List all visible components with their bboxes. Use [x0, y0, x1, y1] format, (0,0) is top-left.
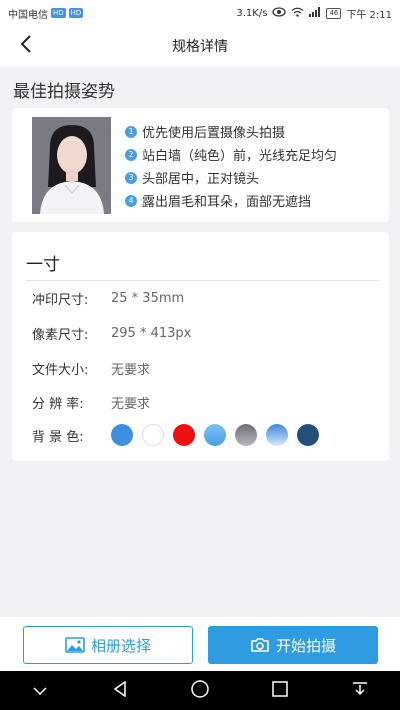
back-button[interactable]: [12, 32, 40, 60]
tip-item: 1 优先使用后置摄像头拍摄: [125, 120, 337, 143]
spec-card: 一寸 冲印尺寸: 25 * 35mm 像素尺寸: 295 * 413px 文件大…: [12, 232, 389, 461]
tip-number-badge: 2: [125, 148, 137, 161]
signal-icon: [309, 6, 321, 20]
tip-number-badge: 1: [125, 125, 137, 138]
page-title: 规格详情: [172, 39, 228, 55]
tip-item: 3 头部居中，正对镜头: [125, 166, 337, 189]
tip-item: 4 露出眉毛和耳朵，面部无遮挡: [125, 189, 337, 212]
tip-text: 头部居中，正对镜头: [142, 172, 260, 187]
status-bar: 中国电信 HD HD 3.1K/s 46 下午 2:11: [0, 0, 400, 26]
tip-text: 优先使用后置摄像头拍摄: [142, 126, 286, 141]
status-right: 3.1K/s 46 下午 2:11: [236, 6, 392, 21]
carrier-name: 中国电信: [8, 9, 48, 21]
bg-color-row: 背 景 色:: [32, 424, 319, 446]
bg-color-label: 背 景 色:: [32, 429, 84, 445]
pixel-size-row: 像素尺寸: 295 * 413px: [32, 324, 191, 343]
tip-number-badge: 4: [125, 194, 137, 207]
square-recents-icon: [272, 680, 288, 701]
hide-nav-button[interactable]: [26, 677, 54, 705]
tip-text: 站白墙（纯色）前，光线充足均匀: [142, 149, 338, 164]
print-size-value: 25 * 35mm: [111, 291, 185, 306]
image-icon: [65, 637, 85, 653]
system-back-button[interactable]: [106, 677, 134, 705]
resolution-value: 无要求: [111, 397, 151, 412]
resolution-row: 分 辨 率: 无要求: [32, 393, 150, 412]
nav-bar: 规格详情: [0, 26, 400, 66]
divider: [26, 280, 379, 281]
system-nav-bar: [0, 671, 400, 710]
chevron-left-icon: [19, 34, 33, 58]
album-select-label: 相册选择: [90, 636, 151, 655]
print-size-row: 冲印尺寸: 25 * 35mm: [32, 289, 184, 308]
bg-color-swatch[interactable]: [173, 424, 195, 446]
print-size-label: 冲印尺寸:: [32, 293, 89, 308]
network-speed: 3.1K/s: [236, 7, 268, 19]
bg-color-swatch[interactable]: [235, 424, 257, 446]
bg-color-swatch[interactable]: [204, 424, 226, 446]
bg-color-swatch[interactable]: [111, 424, 133, 446]
file-size-label: 文件大小:: [32, 363, 89, 378]
circle-home-icon: [191, 679, 209, 702]
bg-color-swatch[interactable]: [297, 424, 319, 446]
start-shoot-label: 开始拍摄: [275, 636, 336, 655]
file-size-value: 无要求: [111, 363, 151, 378]
hd-badge: HD: [51, 8, 66, 18]
tip-item: 2 站白墙（纯色）前，光线充足均匀: [125, 143, 337, 166]
pose-card: 1 优先使用后置摄像头拍摄 2 站白墙（纯色）前，光线充足均匀 3 头部居中，正…: [12, 108, 389, 222]
status-time: 下午 2:11: [346, 9, 392, 21]
resolution-label: 分 辨 率:: [32, 397, 84, 412]
pose-tips: 1 优先使用后置摄像头拍摄 2 站白墙（纯色）前，光线充足均匀 3 头部居中，正…: [125, 120, 337, 212]
bg-color-swatch[interactable]: [266, 424, 288, 446]
system-recents-button[interactable]: [266, 677, 294, 705]
bg-color-swatches: [111, 424, 319, 446]
system-home-button[interactable]: [186, 677, 214, 705]
battery-icon: 46: [326, 7, 342, 19]
wifi-icon: [291, 7, 304, 20]
pixel-size-value: 295 * 413px: [111, 326, 192, 341]
pull-down-icon: [352, 681, 368, 700]
eye-icon: [272, 6, 287, 20]
bg-color-swatch[interactable]: [142, 424, 164, 446]
pose-section-title: 最佳拍摄姿势: [13, 82, 115, 102]
tip-text: 露出眉毛和耳朵，面部无遮挡: [142, 195, 312, 210]
hd-badge-2: HD: [68, 8, 84, 18]
sample-portrait-photo: [32, 117, 111, 214]
start-shoot-button[interactable]: 开始拍摄: [208, 626, 378, 664]
spec-name: 一寸: [26, 255, 60, 275]
album-select-button[interactable]: 相册选择: [23, 626, 193, 664]
bottom-action-bar: 相册选择 开始拍摄: [0, 617, 400, 671]
triangle-back-icon: [113, 680, 127, 701]
tip-number-badge: 3: [125, 171, 137, 184]
notification-pull-button[interactable]: [346, 677, 374, 705]
chevron-down-icon: [33, 681, 47, 700]
camera-icon: [250, 637, 270, 653]
file-size-row: 文件大小: 无要求: [32, 359, 150, 378]
status-left: 中国电信 HD HD: [8, 6, 84, 21]
pixel-size-label: 像素尺寸:: [32, 328, 89, 343]
